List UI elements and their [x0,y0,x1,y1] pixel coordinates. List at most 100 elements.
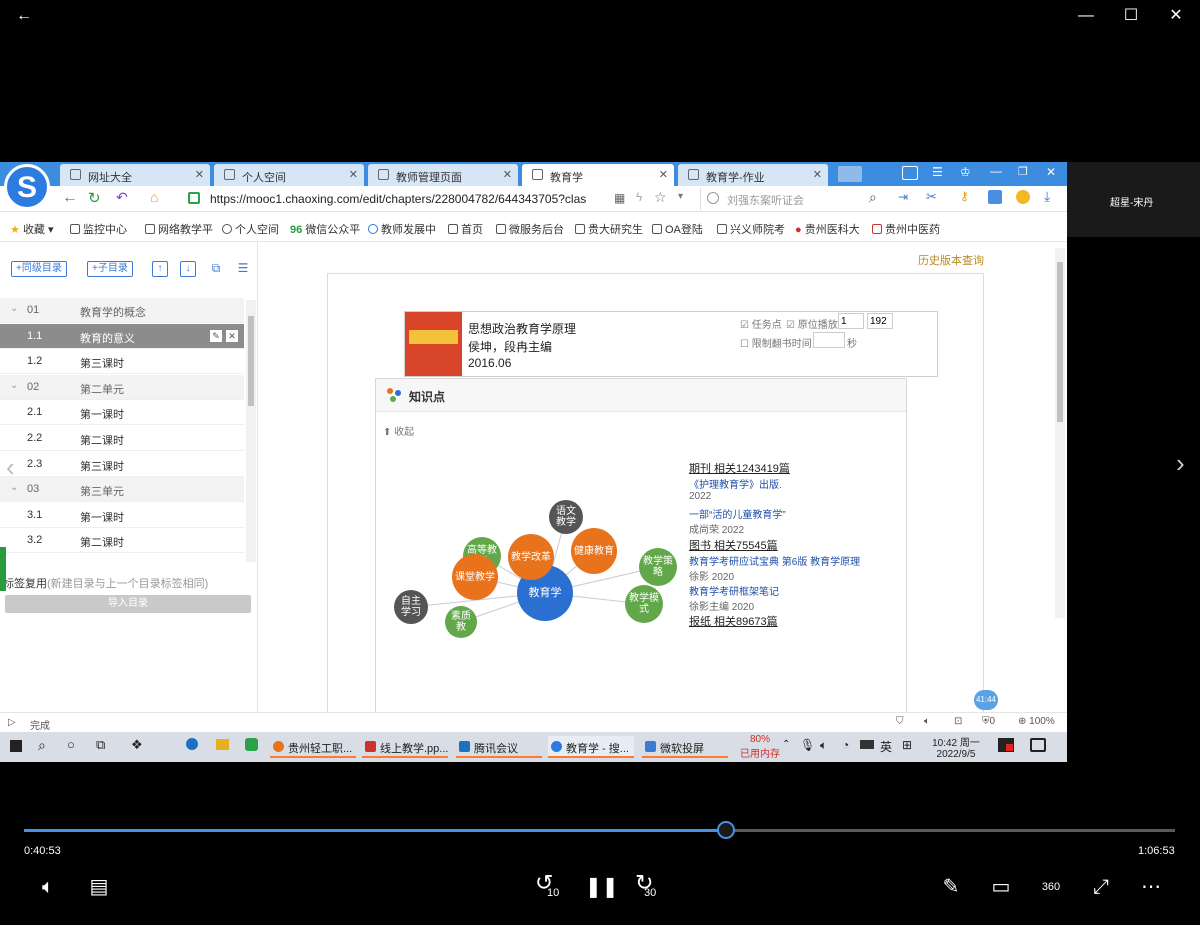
emoji-icon[interactable] [1016,190,1030,204]
chevron-down-icon[interactable]: ⌄ [10,380,18,391]
book-link-1[interactable]: 教育学考研应试宝典 第6版 教育学原理 [689,553,860,568]
extension-icon[interactable] [988,190,1002,204]
chapter-unit-row[interactable]: ⌄ 03 第三单元 [0,477,244,503]
bookmark-item[interactable]: 贵州中医药 [872,221,940,237]
chapter-row[interactable]: 1.2 第三课时 [0,349,244,375]
input-language[interactable]: 英 [880,738,892,755]
copy-icon[interactable]: ⧉ [208,261,224,277]
zoom-control[interactable]: ⊕ 100% [1018,716,1055,727]
journal-link-1[interactable]: 《护理教育学》出版. [689,476,782,491]
lightning-icon[interactable]: ϟ [636,190,642,204]
close-icon[interactable]: ✕ [1164,6,1188,26]
volume-icon[interactable]: 🔈︎ [33,872,63,902]
battery-icon[interactable] [860,740,874,749]
bookmark-favorites[interactable]: ★ 收藏 ▾ [10,221,54,237]
windows-start-icon[interactable] [10,740,22,752]
keyboard-icon[interactable]: ⊞ [902,738,912,752]
mic-icon[interactable]: 🎙︎ [800,738,815,752]
bookmark-item[interactable]: 96 微信公众平 [290,221,360,237]
main-scrollbar[interactable] [1055,248,1065,618]
bookmark-item[interactable]: 教师发展中 [368,221,436,237]
volume-icon[interactable]: 🔈︎ [924,716,930,727]
play-icon[interactable]: ▷ [8,717,16,728]
chapter-row[interactable]: 3.2 第二课时 [0,528,244,554]
tab-pedagogy[interactable]: 教育学 ✕ [522,164,674,186]
taskbar-item-projection[interactable]: 微软投屏 [642,736,728,758]
memory-indicator[interactable]: 80% 已用内存 [740,734,780,760]
edge-icon[interactable] [186,738,198,750]
book-card[interactable]: 思想政治教育学原理 侯坤，段冉主编 2016.06 ☑ 任务点 ☑ 原位播放 1… [404,311,938,377]
book-header-link[interactable]: 图书 相关75545篇 [689,537,778,553]
taskbar-item-firefox[interactable]: 贵州轻工职... [270,736,356,758]
home-icon[interactable]: ⌂ [150,189,158,205]
cortana-icon[interactable]: ○ [67,737,75,752]
scissors-icon[interactable]: ✂ [926,189,937,205]
chevron-down-icon[interactable]: ⌄ [10,482,18,493]
qr-icon[interactable]: ▦ [614,191,625,205]
page-to-input[interactable]: 192 [867,313,893,329]
tag-reuse[interactable]: 标签复用(新建目录与上一个目录标签相同) [3,575,208,591]
wechat-icon[interactable] [245,738,258,751]
shield-icon[interactable]: ⛉ [896,716,904,727]
prev-chevron-icon[interactable]: ‹ [6,452,15,483]
tray-arrow-icon[interactable]: ⌃ [782,739,790,750]
knowledge-bubble[interactable]: 素质教 [445,606,477,638]
tab-close-icon[interactable]: ✕ [813,168,822,181]
chapter-row[interactable]: 2.2 第二课时 [0,426,244,451]
scroll-thumb[interactable] [248,316,254,406]
page-from-input[interactable]: 1 [838,313,864,329]
folder-icon[interactable] [216,739,229,750]
clock[interactable]: 10:42 周一 2022/9/5 [932,734,980,760]
bookmark-item[interactable]: 贵大研究生 [575,221,643,237]
login-icon[interactable]: ⇥ [898,190,908,204]
more-icon[interactable]: ⋯ [1136,872,1166,902]
sidebar-scrollbar[interactable] [246,300,256,562]
knowledge-bubble[interactable]: 课堂教学 [452,554,498,600]
tab-teacher-admin[interactable]: 教师管理页面 ✕ [368,164,518,186]
vr-360-button[interactable]: 360 [1036,872,1066,902]
checkbox-icon[interactable]: ☐ [740,339,749,350]
book-link-2[interactable]: 教育学考研框架笔记 [689,583,779,598]
checkbox-icon[interactable]: ☑ [786,320,795,331]
wifi-icon[interactable]: ◔ [842,738,849,752]
task-point-option[interactable]: ☑ 任务点 [740,316,782,331]
add-sibling-chapter-button[interactable]: +同级目录 [11,261,67,277]
search-icon[interactable]: ⌕ [869,189,877,206]
knowledge-bubble[interactable]: 自主学习 [394,590,428,624]
search-box[interactable]: 刘强东案听证会 ⌕ [700,188,890,210]
key-icon[interactable]: ⚷ [960,189,969,203]
journal-header-link[interactable]: 期刊 相关1243419篇 [689,460,790,476]
knowledge-bubble[interactable]: 健康教育 [571,528,617,574]
forward-30-button[interactable]: ↻ 30 [635,870,665,902]
rewind-10-button[interactable]: ↺ 10 [535,870,565,902]
knowledge-bubble[interactable]: 语文教学 [549,500,583,534]
url-field[interactable]: https://mooc1.chaoxing.com/edit/chapters… [210,192,610,206]
taskbar-item-wps[interactable]: 线上教学.pp... [362,736,448,758]
menu-icon[interactable]: ☰ [932,165,943,179]
undo-icon[interactable]: ↶ [116,189,128,206]
skin-icon[interactable]: ♔ [960,165,971,179]
knowledge-bubble[interactable]: 教学模式 [625,585,663,623]
star-icon[interactable]: ☆ [654,189,667,206]
bookmark-item[interactable]: 兴义师院考 [717,221,785,237]
seek-bar[interactable] [24,821,1175,839]
limit-time-option[interactable]: ☐ 限制翻书时间 [740,335,812,350]
knowledge-bubble[interactable]: 教学策略 [639,548,677,586]
news-header-link[interactable]: 报纸 相关89673篇 [689,613,778,629]
scroll-thumb[interactable] [1057,262,1063,422]
checkbox-icon[interactable]: ☑ [740,320,749,331]
taskbar-item-browser[interactable]: 教育学 - 搜... [548,736,634,758]
notification-icon[interactable] [1030,738,1046,752]
tab-close-icon[interactable]: ✕ [349,168,358,181]
bookmark-item[interactable]: 首页 [448,221,483,237]
collapse-link[interactable]: ⬆ 收起 [383,423,414,438]
back-arrow-icon[interactable]: ← [12,6,36,26]
journal-link-2[interactable]: 一部“活的儿童教育学” [689,506,786,521]
pen-icon[interactable]: ✎ [936,872,966,902]
chapter-row[interactable]: 2.1 第一课时 [0,400,244,426]
task-view-icon[interactable]: ⧉ [96,737,105,753]
tab-personal-space[interactable]: 个人空间 ✕ [214,164,364,186]
list-icon[interactable]: ☰ [235,261,251,277]
original-play-option[interactable]: ☑ 原位播放 [786,316,838,331]
tab-url-nav[interactable]: 网址大全 ✕ [60,164,210,186]
